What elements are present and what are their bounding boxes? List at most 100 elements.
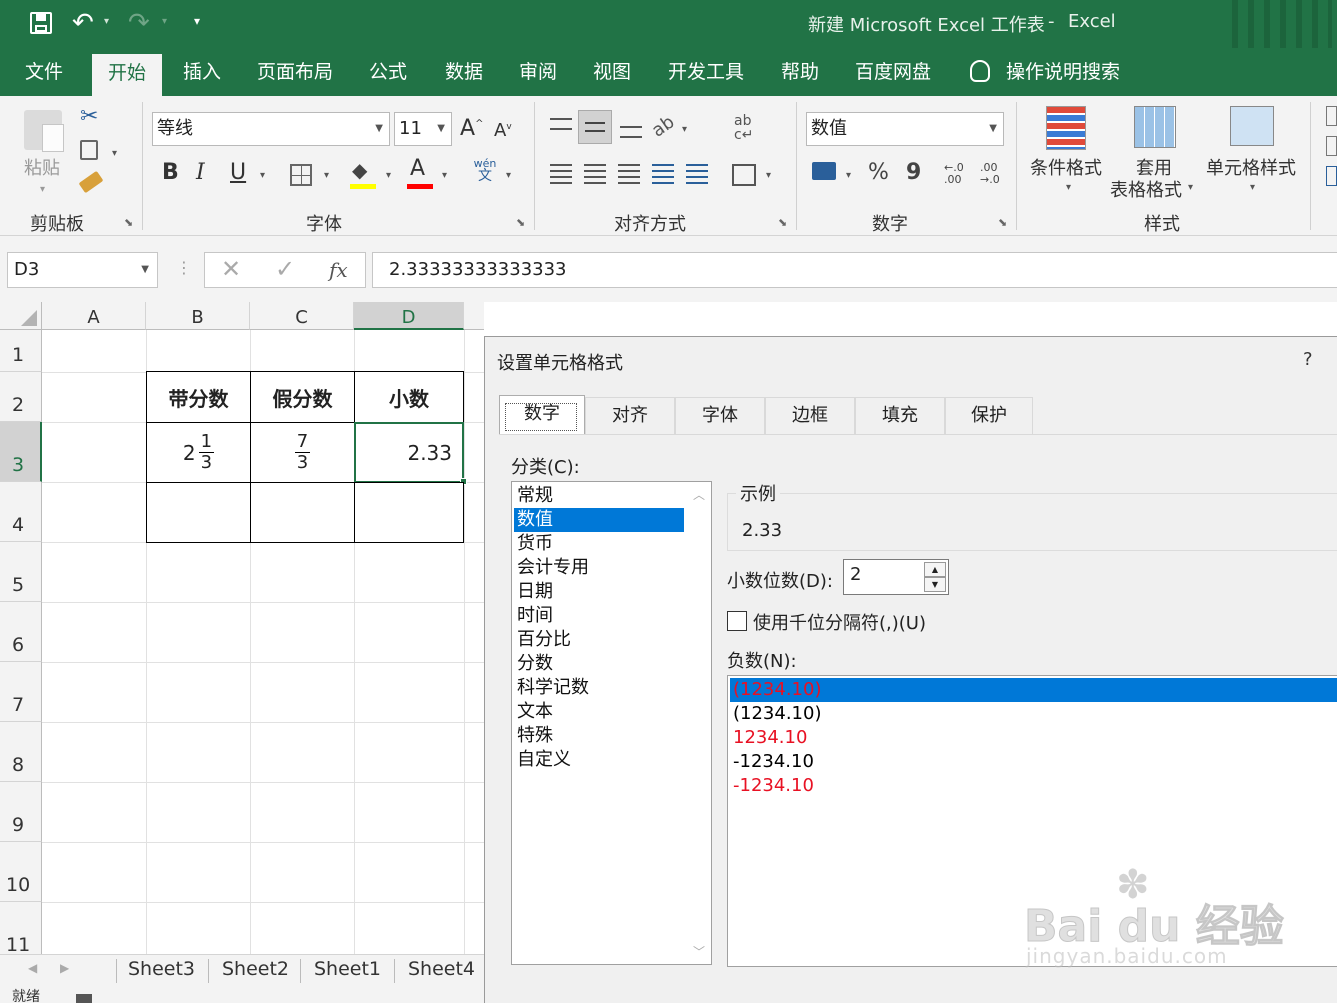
cancel-entry-icon[interactable]: ✕ — [221, 255, 241, 283]
insert-function-button[interactable]: fx — [329, 258, 348, 282]
save-icon[interactable] — [30, 12, 52, 34]
undo-dropdown-icon[interactable]: ▾ — [104, 16, 109, 27]
select-all-corner[interactable] — [0, 302, 42, 330]
font-name-dropdown[interactable]: 等线 ▼ — [152, 112, 390, 146]
scroll-down-icon[interactable]: ﹀ — [693, 943, 705, 960]
cell-styles-icon[interactable] — [1230, 106, 1274, 146]
col-header-d[interactable]: D — [354, 302, 464, 330]
tab-developer[interactable]: 开发工具 — [662, 48, 750, 96]
tab-insert[interactable]: 插入 — [172, 48, 232, 96]
row-header-10[interactable]: 10 — [0, 842, 42, 902]
name-box[interactable]: D3 ▼ — [7, 252, 158, 288]
format-painter-icon[interactable] — [78, 170, 104, 194]
phonetic-icon[interactable]: wén 文 — [472, 158, 498, 184]
row-header-9[interactable]: 9 — [0, 782, 42, 842]
orientation-dropdown-icon[interactable]: ▾ — [682, 124, 687, 135]
row-header-4[interactable]: 4 — [0, 482, 42, 542]
help-button[interactable]: ? — [1303, 349, 1313, 370]
fill-color-icon[interactable]: ◆ — [352, 158, 367, 182]
sheet-tab-sheet2[interactable]: Sheet2 — [222, 955, 289, 985]
accounting-dropdown-icon[interactable]: ▾ — [846, 170, 851, 181]
accounting-icon[interactable] — [812, 162, 836, 180]
tab-baidu-netdisk[interactable]: 百度网盘 — [850, 48, 936, 96]
col-header-b[interactable]: B — [146, 302, 250, 330]
category-text[interactable]: 文本 — [514, 700, 684, 724]
negative-option-2[interactable]: (1234.10) — [730, 702, 821, 726]
category-date[interactable]: 日期 — [514, 580, 684, 604]
cells-format-icon[interactable] — [1326, 166, 1337, 186]
negative-option-1[interactable]: (1234.10) — [730, 678, 1337, 702]
format-table-line2[interactable]: 表格格式 — [1110, 176, 1182, 202]
scroll-left-icon[interactable]: ◀ — [28, 961, 37, 975]
category-list[interactable]: 常规 数值 货币 会计专用 日期 时间 百分比 分数 科学记数 文本 特殊 自定… — [511, 481, 712, 965]
cell-b2[interactable]: 带分数 — [146, 371, 251, 423]
tab-home[interactable]: 开始 — [92, 54, 162, 96]
paste-icon[interactable] — [24, 110, 64, 152]
cell-styles-button[interactable]: 单元格样式 — [1206, 154, 1296, 180]
scroll-up-icon[interactable]: ︿ — [693, 486, 705, 503]
orientation-icon[interactable]: ab — [648, 111, 678, 141]
font-color-dropdown-icon[interactable]: ▾ — [442, 170, 447, 181]
negative-option-3[interactable]: 1234.10 — [730, 726, 807, 750]
merge-dropdown-icon[interactable]: ▾ — [766, 170, 771, 181]
tab-formulas[interactable]: 公式 — [360, 48, 416, 96]
category-custom[interactable]: 自定义 — [514, 748, 684, 772]
undo-icon[interactable]: ↶ — [72, 8, 94, 38]
tab-review[interactable]: 审阅 — [510, 48, 566, 96]
cell-c3[interactable]: 7 3 — [250, 422, 355, 483]
cell-styles-dropdown-icon[interactable]: ▾ — [1250, 182, 1255, 193]
category-percentage[interactable]: 百分比 — [514, 628, 684, 652]
copy-icon[interactable] — [80, 140, 98, 160]
tab-fill[interactable]: 填充 — [855, 397, 945, 435]
font-size-dropdown[interactable]: 11 ▼ — [394, 112, 452, 146]
tab-alignment[interactable]: 对齐 — [585, 397, 675, 435]
paste-button[interactable]: 粘贴 — [24, 154, 60, 180]
negative-option-4[interactable]: -1234.10 — [730, 750, 814, 774]
border-dropdown-icon[interactable]: ▾ — [324, 170, 329, 181]
cell-c2[interactable]: 假分数 — [250, 371, 355, 423]
category-accounting[interactable]: 会计专用 — [514, 556, 684, 580]
percent-button[interactable]: % — [868, 160, 889, 185]
font-launcher-icon[interactable]: ⬊ — [516, 216, 525, 229]
chevron-down-icon[interactable]: ▼ — [141, 253, 149, 287]
worksheet-grid[interactable]: A B C D E 1 2 3 4 5 6 7 8 9 10 11 带分数 假分… — [0, 302, 484, 954]
decrease-font-icon[interactable]: Av — [494, 120, 512, 141]
cell-d2[interactable]: 小数 — [354, 371, 464, 423]
cells-insert-icon[interactable] — [1326, 106, 1337, 126]
category-special[interactable]: 特殊 — [514, 724, 684, 748]
conditional-format-icon[interactable] — [1046, 106, 1086, 150]
tab-font[interactable]: 字体 — [675, 397, 765, 435]
paste-dropdown-icon[interactable]: ▾ — [40, 184, 45, 195]
border-icon[interactable] — [290, 164, 312, 186]
align-right-icon[interactable] — [618, 164, 640, 184]
merge-center-icon[interactable] — [732, 164, 756, 186]
cell-d3[interactable]: 2.33 — [354, 422, 464, 483]
cell-d4[interactable] — [354, 482, 464, 543]
number-format-dropdown[interactable]: 数值 ▼ — [806, 112, 1004, 146]
tab-help[interactable]: 帮助 — [772, 48, 828, 96]
category-scientific[interactable]: 科学记数 — [514, 676, 684, 700]
conditional-format-button[interactable]: 条件格式 — [1030, 154, 1102, 180]
category-number[interactable]: 数值 — [514, 508, 684, 532]
copy-dropdown-icon[interactable]: ▾ — [112, 148, 117, 159]
underline-button[interactable]: U — [230, 160, 246, 185]
category-time[interactable]: 时间 — [514, 604, 684, 628]
negative-numbers-list[interactable]: (1234.10) (1234.10) 1234.10 -1234.10 -12… — [727, 675, 1337, 967]
category-currency[interactable]: 货币 — [514, 532, 684, 556]
sheet-tab-sheet4[interactable]: Sheet4 — [408, 955, 475, 985]
align-middle-icon[interactable] — [578, 110, 612, 144]
category-scrollbar[interactable] — [687, 482, 711, 964]
decimal-places-input[interactable]: 2 ▲ ▼ — [843, 559, 949, 595]
cut-icon[interactable]: ✂ — [80, 104, 98, 129]
customize-qat-icon[interactable]: ▾ — [194, 14, 200, 28]
row-header-1[interactable]: 1 — [0, 330, 42, 372]
fill-dropdown-icon[interactable]: ▾ — [386, 170, 391, 181]
redo-icon[interactable]: ↷ — [128, 8, 150, 38]
negative-option-5[interactable]: -1234.10 — [730, 774, 814, 798]
increase-decimal-button[interactable]: ←.0 .00 — [944, 162, 964, 186]
tab-file[interactable]: 文件 — [14, 48, 74, 96]
macro-record-icon[interactable] — [76, 994, 92, 1003]
bold-button[interactable]: B — [162, 160, 179, 185]
decrease-decimal-button[interactable]: .00 →.0 — [980, 162, 1000, 186]
phonetic-dropdown-icon[interactable]: ▾ — [506, 170, 511, 181]
